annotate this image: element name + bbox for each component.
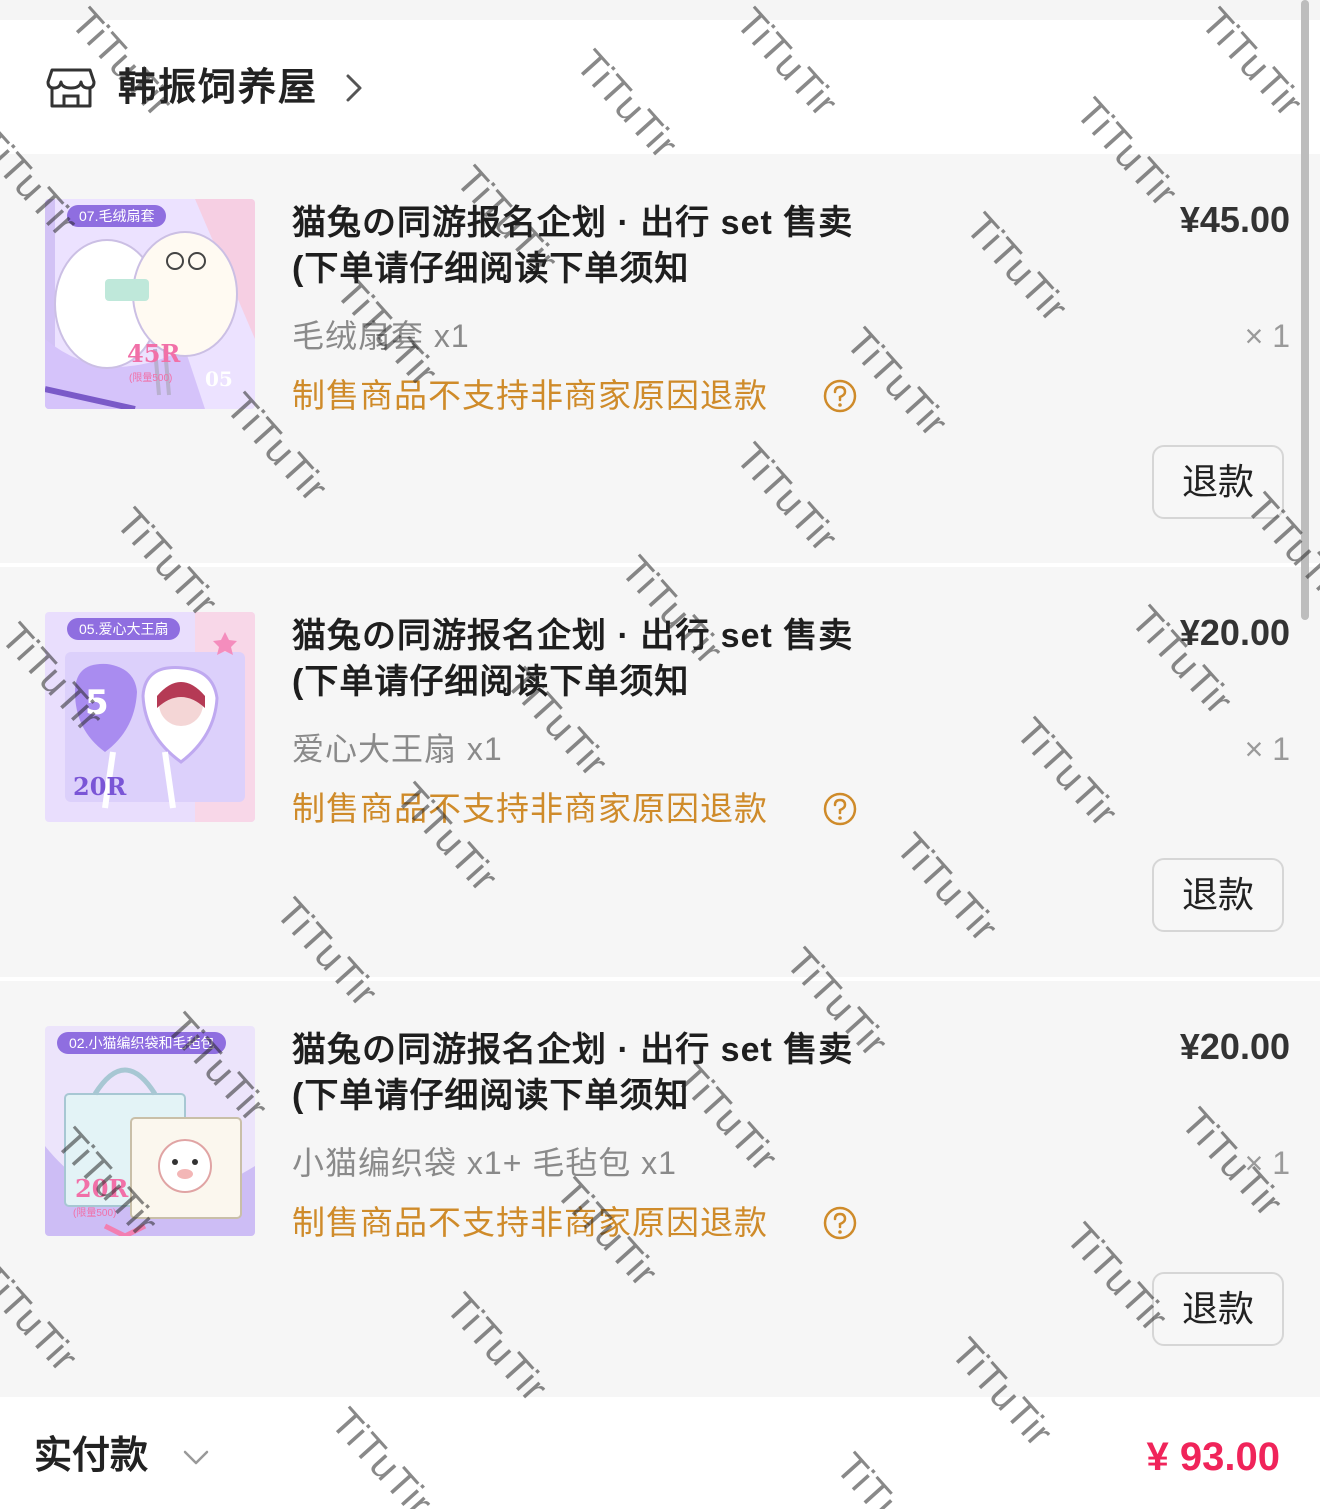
refund-notice: 制售商品不支持非商家原因退款	[292, 1204, 768, 1241]
product-title-line1: 猫兔の同游报名企划 · 出行 set 售卖	[292, 204, 854, 242]
top-gap	[0, 0, 1320, 20]
total-amount: ¥ 93.00	[1146, 1435, 1280, 1479]
store-icon	[46, 68, 96, 108]
svg-text:5: 5	[85, 683, 109, 723]
product-title-line2: (下单请仔细阅读下单须知	[292, 1077, 690, 1115]
order-item[interactable]: 07.毛绒扇套 45R (限量500) 05 猫兔の同游报名企划 · 出行 se…	[0, 154, 1320, 564]
product-title-line2: (下单请仔细阅读下单须知	[292, 250, 690, 288]
question-icon[interactable]	[822, 1205, 858, 1241]
refund-notice: 制售商品不支持非商家原因退款	[292, 377, 768, 414]
product-variant: 小猫编织袋 x1+ 毛毡包 x1	[292, 1145, 677, 1181]
shop-name[interactable]: 韩振饲养屋	[118, 60, 318, 116]
thumbnail-limit: (限量500)	[73, 1208, 117, 1219]
thumbnail-corner-number: 05	[205, 367, 233, 391]
question-icon[interactable]	[822, 791, 858, 827]
thumbnail-price: 20R	[75, 1174, 129, 1203]
product-title-line2: (下单请仔细阅读下单须知	[292, 663, 690, 701]
item-price: ¥20.00	[1179, 612, 1290, 653]
payment-footer: 实付款 ¥ 93.00	[0, 1397, 1320, 1509]
item-quantity: × 1	[1244, 1145, 1290, 1181]
product-thumbnail[interactable]: 5 05.爱心大王扇 20R	[45, 612, 255, 822]
product-thumbnail[interactable]: 02.小猫编织袋和毛毡包 20R (限量500)	[45, 1026, 255, 1236]
product-title[interactable]: 猫兔の同游报名企划 · 出行 set 售卖 (下单请仔细阅读下单须知	[292, 200, 932, 292]
refund-notice: 制售商品不支持非商家原因退款	[292, 790, 768, 827]
thumbnail-price: 45R	[127, 339, 181, 368]
chevron-down-icon[interactable]	[180, 1441, 212, 1473]
product-variant: 毛绒扇套 x1	[292, 318, 470, 354]
chevron-right-icon[interactable]	[342, 68, 368, 108]
order-item[interactable]: 5 05.爱心大王扇 20R 猫兔の同游报名企划 · 出行 set 售卖 (下单…	[0, 567, 1320, 977]
thumbnail-limit: (限量500)	[129, 373, 173, 384]
order-item[interactable]: 02.小猫编织袋和毛毡包 20R (限量500) 猫兔の同游报名企划 · 出行 …	[0, 981, 1320, 1397]
product-title[interactable]: 猫兔の同游报名企划 · 出行 set 售卖 (下单请仔细阅读下单须知	[292, 613, 932, 705]
product-variant: 爱心大王扇 x1	[292, 731, 503, 767]
item-quantity: × 1	[1244, 731, 1290, 767]
total-label[interactable]: 实付款	[34, 1431, 148, 1481]
shop-header[interactable]: 韩振饲养屋	[0, 20, 1320, 154]
product-title-line1: 猫兔の同游报名企划 · 出行 set 售卖	[292, 617, 854, 655]
thumbnail-tag: 02.小猫编织袋和毛毡包	[57, 1032, 227, 1054]
product-title-line1: 猫兔の同游报名企划 · 出行 set 售卖	[292, 1031, 854, 1069]
refund-button[interactable]: 退款	[1152, 1272, 1284, 1346]
thumbnail-price: 20R	[73, 772, 127, 801]
refund-button[interactable]: 退款	[1152, 445, 1284, 519]
question-icon[interactable]	[822, 378, 858, 414]
item-price: ¥45.00	[1179, 199, 1290, 240]
refund-button[interactable]: 退款	[1152, 858, 1284, 932]
thumbnail-tag: 05.爱心大王扇	[67, 618, 181, 640]
thumbnail-tag: 07.毛绒扇套	[67, 205, 167, 227]
product-thumbnail[interactable]: 07.毛绒扇套 45R (限量500) 05	[45, 199, 255, 409]
item-quantity: × 1	[1244, 318, 1290, 354]
scrollbar[interactable]	[1301, 0, 1309, 620]
product-title[interactable]: 猫兔の同游报名企划 · 出行 set 售卖 (下单请仔细阅读下单须知	[292, 1027, 932, 1119]
item-price: ¥20.00	[1179, 1026, 1290, 1067]
